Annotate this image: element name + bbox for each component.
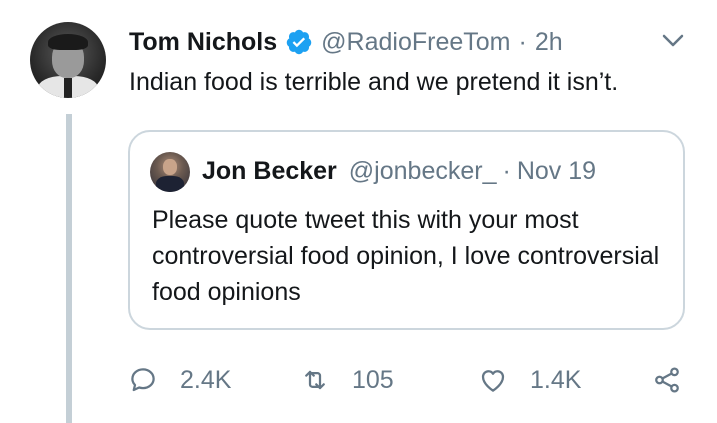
reply-icon — [131, 368, 155, 392]
tweet-timestamp[interactable]: 2h — [535, 28, 563, 57]
author-avatar[interactable] — [30, 22, 106, 98]
retweet-icon — [305, 370, 325, 390]
retweet-count: 105 — [352, 365, 394, 394]
share-icon — [655, 367, 679, 393]
like-button[interactable]: 1.4K — [478, 362, 581, 398]
verified-badge-icon — [286, 29, 312, 55]
chevron-down-icon[interactable] — [660, 32, 686, 50]
tweet-header: Tom Nichols @RadioFreeTom · 2h — [129, 24, 563, 60]
heart-icon — [481, 370, 505, 392]
author-handle[interactable]: @RadioFreeTom — [321, 28, 510, 57]
tweet-actions: 2.4K 105 1.4K — [128, 362, 688, 398]
thread-line — [66, 114, 72, 423]
quoted-author-handle[interactable]: @jonbecker_ — [349, 157, 497, 186]
share-button[interactable] — [652, 362, 682, 398]
quoted-author-avatar[interactable] — [150, 152, 190, 192]
author-name[interactable]: Tom Nichols — [129, 28, 277, 57]
quoted-tweet-card[interactable]: Jon Becker @jonbecker_ · Nov 19 Please q… — [128, 130, 685, 330]
reply-count: 2.4K — [180, 365, 232, 394]
reply-button[interactable]: 2.4K — [128, 362, 231, 398]
separator-dot: · — [502, 156, 511, 185]
quoted-tweet-timestamp[interactable]: Nov 19 — [517, 157, 596, 186]
quoted-tweet-text: Please quote tweet this with your most c… — [152, 206, 660, 306]
tweet-text: Indian food is terrible and we pretend i… — [129, 68, 619, 96]
like-count: 1.4K — [530, 365, 582, 394]
retweet-button[interactable]: 105 — [300, 362, 394, 398]
quoted-author-name[interactable]: Jon Becker — [202, 157, 337, 186]
quoted-tweet-header: Jon Becker @jonbecker_ · Nov 19 — [202, 154, 596, 188]
separator-dot: · — [518, 27, 527, 56]
